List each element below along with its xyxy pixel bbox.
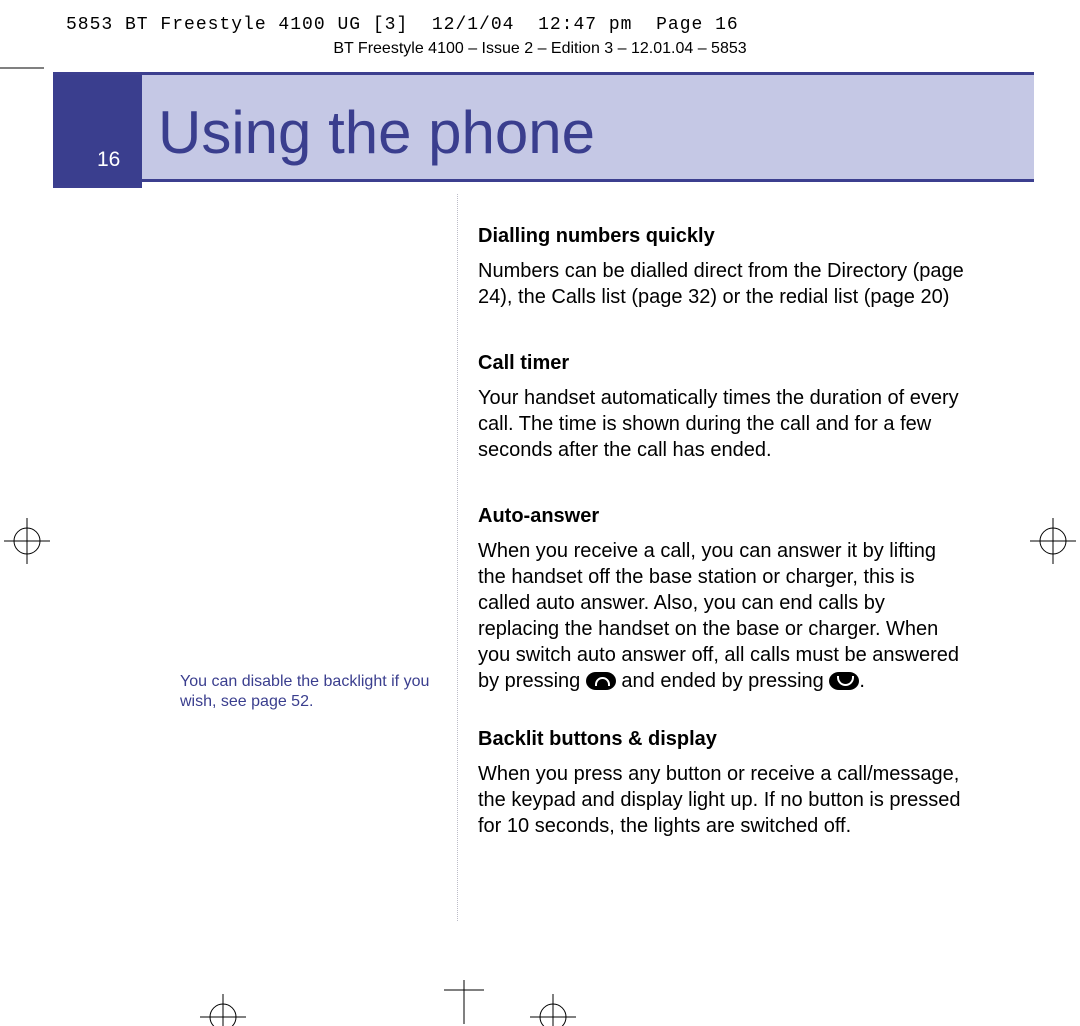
margin-note: You can disable the backlight if you wis… <box>180 672 440 712</box>
heading-auto-answer: Auto-answer <box>478 505 968 528</box>
registration-mark-right <box>1030 518 1076 564</box>
registration-mark-bottom-2 <box>530 994 576 1026</box>
column-guide <box>457 194 458 921</box>
document-id-line: BT Freestyle 4100 – Issue 2 – Edition 3 … <box>0 40 1080 58</box>
heading-dialling: Dialling numbers quickly <box>478 225 968 248</box>
para-auto-answer: When you receive a call, you can answer … <box>478 538 968 694</box>
para-dialling: Numbers can be dialled direct from the D… <box>478 258 968 310</box>
heading-backlit: Backlit buttons & display <box>478 728 968 751</box>
para-backlit: When you press any button or receive a c… <box>478 761 968 839</box>
crop-mark-bottom-center <box>444 980 484 1026</box>
body-column: Dialling numbers quickly Numbers can be … <box>478 225 968 839</box>
end-call-button-icon <box>829 672 859 690</box>
heading-call-timer: Call timer <box>478 352 968 375</box>
registration-mark-bottom-1 <box>200 994 246 1026</box>
prepress-slug: 5853 BT Freestyle 4100 UG [3] 12/1/04 12… <box>66 15 739 35</box>
auto-answer-text-post: . <box>859 670 865 692</box>
page-number: 16 <box>97 148 120 172</box>
talk-button-icon <box>586 672 616 690</box>
para-call-timer: Your handset automatically times the dur… <box>478 385 968 463</box>
page: 5853 BT Freestyle 4100 UG [3] 12/1/04 12… <box>0 0 1080 1026</box>
auto-answer-text-mid: and ended by pressing <box>616 670 830 692</box>
section-title: Using the phone <box>158 98 595 167</box>
registration-mark-left <box>4 518 50 564</box>
